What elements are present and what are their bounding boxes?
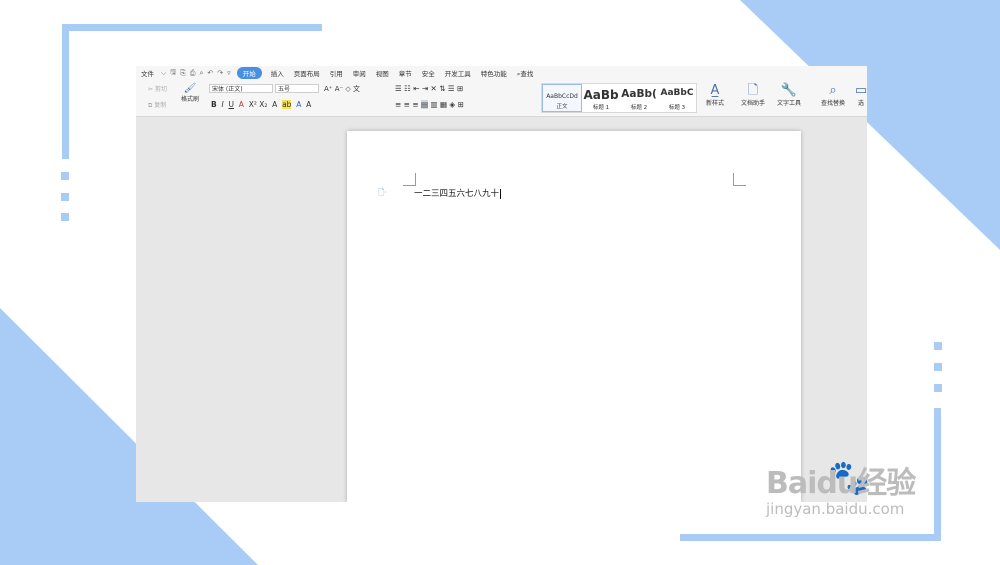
brush-icon: 🖌 — [183, 83, 197, 94]
tab-view[interactable]: 视图 — [371, 68, 394, 78]
tab-special[interactable]: 特色功能 — [476, 68, 512, 78]
align-buttons[interactable]: ≡ ≡ ≡ ▤ ▥ ▦ ◈ ⊞ — [395, 100, 464, 109]
tab-review[interactable]: 审阅 — [348, 68, 371, 78]
font-format-buttons[interactable]: B I U A X² X₂ A ab A A — [211, 100, 311, 109]
font-size-select[interactable]: 五号 — [275, 84, 319, 93]
select-icon: ▭ — [854, 83, 867, 98]
char-shading-icon: A — [306, 100, 312, 109]
decorative-dot — [934, 363, 942, 371]
preview-icon[interactable]: ⌕ — [198, 69, 206, 78]
select-button[interactable]: ▭ 选 — [854, 83, 867, 107]
decorative-dot — [61, 213, 69, 221]
decorative-line-top — [62, 24, 322, 31]
decorative-dot — [61, 193, 69, 201]
text-tools-button[interactable]: 🔧 文字工具 — [773, 83, 805, 107]
more-icon[interactable]: ▿ — [225, 69, 233, 77]
style-heading-1[interactable]: AaBb 标题 1 — [582, 84, 620, 112]
margin-corner-top-right — [733, 173, 746, 186]
style-heading-3[interactable]: AaBbC 标题 3 — [658, 84, 696, 112]
document-text[interactable]: 一二三四五六七八九十 — [414, 187, 502, 199]
paragraph-icon[interactable]: 🗋· — [378, 187, 387, 201]
app-window: 文件 ⌵ 🖫 ⎘ ⎙ ⌕ ↶ ↷ ▿ 开始 插入 页面布局 引用 审阅 视图 章… — [136, 66, 867, 502]
text-cursor — [500, 188, 502, 199]
tab-chapter[interactable]: 章节 — [394, 68, 417, 78]
list-buttons[interactable]: ☰ ☷ ⇤ ⇥ ✕ ⇅ ☰ ⊞ — [395, 84, 463, 93]
style-normal[interactable]: AaBbCcDd 正文 — [542, 84, 582, 112]
undo-icon[interactable]: ↶ — [205, 69, 215, 77]
tab-references[interactable]: 引用 — [325, 68, 348, 78]
decorative-dot — [934, 342, 942, 350]
tab-home[interactable]: 开始 — [236, 67, 262, 79]
file-menu[interactable]: 文件 — [136, 68, 159, 78]
italic-icon: I — [221, 100, 224, 109]
decorative-line-bottom — [680, 534, 941, 541]
cut-button[interactable]: ✂ 剪切 — [148, 84, 167, 93]
style-gallery: AaBbCcDd 正文 AaBb 标题 1 AaBb( 标题 2 AaBbC 标… — [541, 83, 697, 113]
decorative-dot — [934, 384, 942, 392]
font-grow-icon[interactable]: A⁺ A⁻ ◇ 文 — [324, 84, 360, 94]
copy-button[interactable]: ⧉ 复制 — [148, 100, 166, 110]
font-name-select[interactable]: 宋体 (正文) — [209, 84, 273, 93]
new-style-button[interactable]: A̲ 新样式 — [702, 83, 728, 107]
search-command[interactable]: ⌕查找 — [512, 68, 539, 79]
font-color-icon: A — [296, 100, 302, 109]
bold-icon: B — [211, 100, 217, 109]
redo-icon[interactable]: ↷ — [215, 69, 225, 77]
decorative-line-right — [934, 408, 941, 541]
watermark: Baidu经验 jingyan.baidu.com — [766, 466, 916, 518]
text-effect-icon: A — [272, 100, 278, 109]
style-heading-2[interactable]: AaBb( 标题 2 — [620, 84, 658, 112]
export-icon[interactable]: ⎘ — [178, 69, 188, 78]
doc-helper-button[interactable]: 🗋 文档助手 — [738, 83, 768, 107]
decorative-dot — [61, 172, 69, 180]
margin-corner-top-left — [403, 173, 416, 186]
save-icon[interactable]: 🖫 — [168, 68, 178, 79]
tab-developer[interactable]: 开发工具 — [440, 68, 476, 78]
underline-icon: U — [228, 100, 235, 109]
magnifier-icon: ⌕ — [829, 83, 837, 98]
menu-bar: 文件 ⌵ 🖫 ⎘ ⎙ ⌕ ↶ ↷ ▿ 开始 插入 页面布局 引用 审阅 视图 章… — [136, 66, 867, 80]
ribbon: ✂ 剪切 ⧉ 复制 🖌 格式刷 宋体 (正文) 五号 A⁺ A⁻ ◇ 文 B I… — [136, 80, 867, 117]
tab-page-layout[interactable]: 页面布局 — [289, 68, 325, 78]
tab-security[interactable]: 安全 — [417, 68, 440, 78]
new-style-icon: A̲ — [710, 83, 720, 98]
highlight-icon: ab — [282, 100, 292, 109]
decorative-line-left — [62, 24, 69, 159]
strikethrough-icon: A — [238, 100, 244, 109]
document-icon: 🗋 — [747, 83, 759, 98]
chevron-down-icon[interactable]: ⌵ — [159, 69, 168, 78]
tab-insert[interactable]: 插入 — [266, 68, 289, 78]
document-page[interactable]: 🗋· 一二三四五六七八九十 — [347, 131, 801, 502]
format-painter-button[interactable]: 🖌 格式刷 — [179, 83, 201, 103]
wrench-icon: 🔧 — [780, 83, 798, 98]
print-icon[interactable]: ⎙ — [188, 69, 198, 78]
find-replace-button[interactable]: ⌕ 查找替换 — [817, 83, 849, 107]
